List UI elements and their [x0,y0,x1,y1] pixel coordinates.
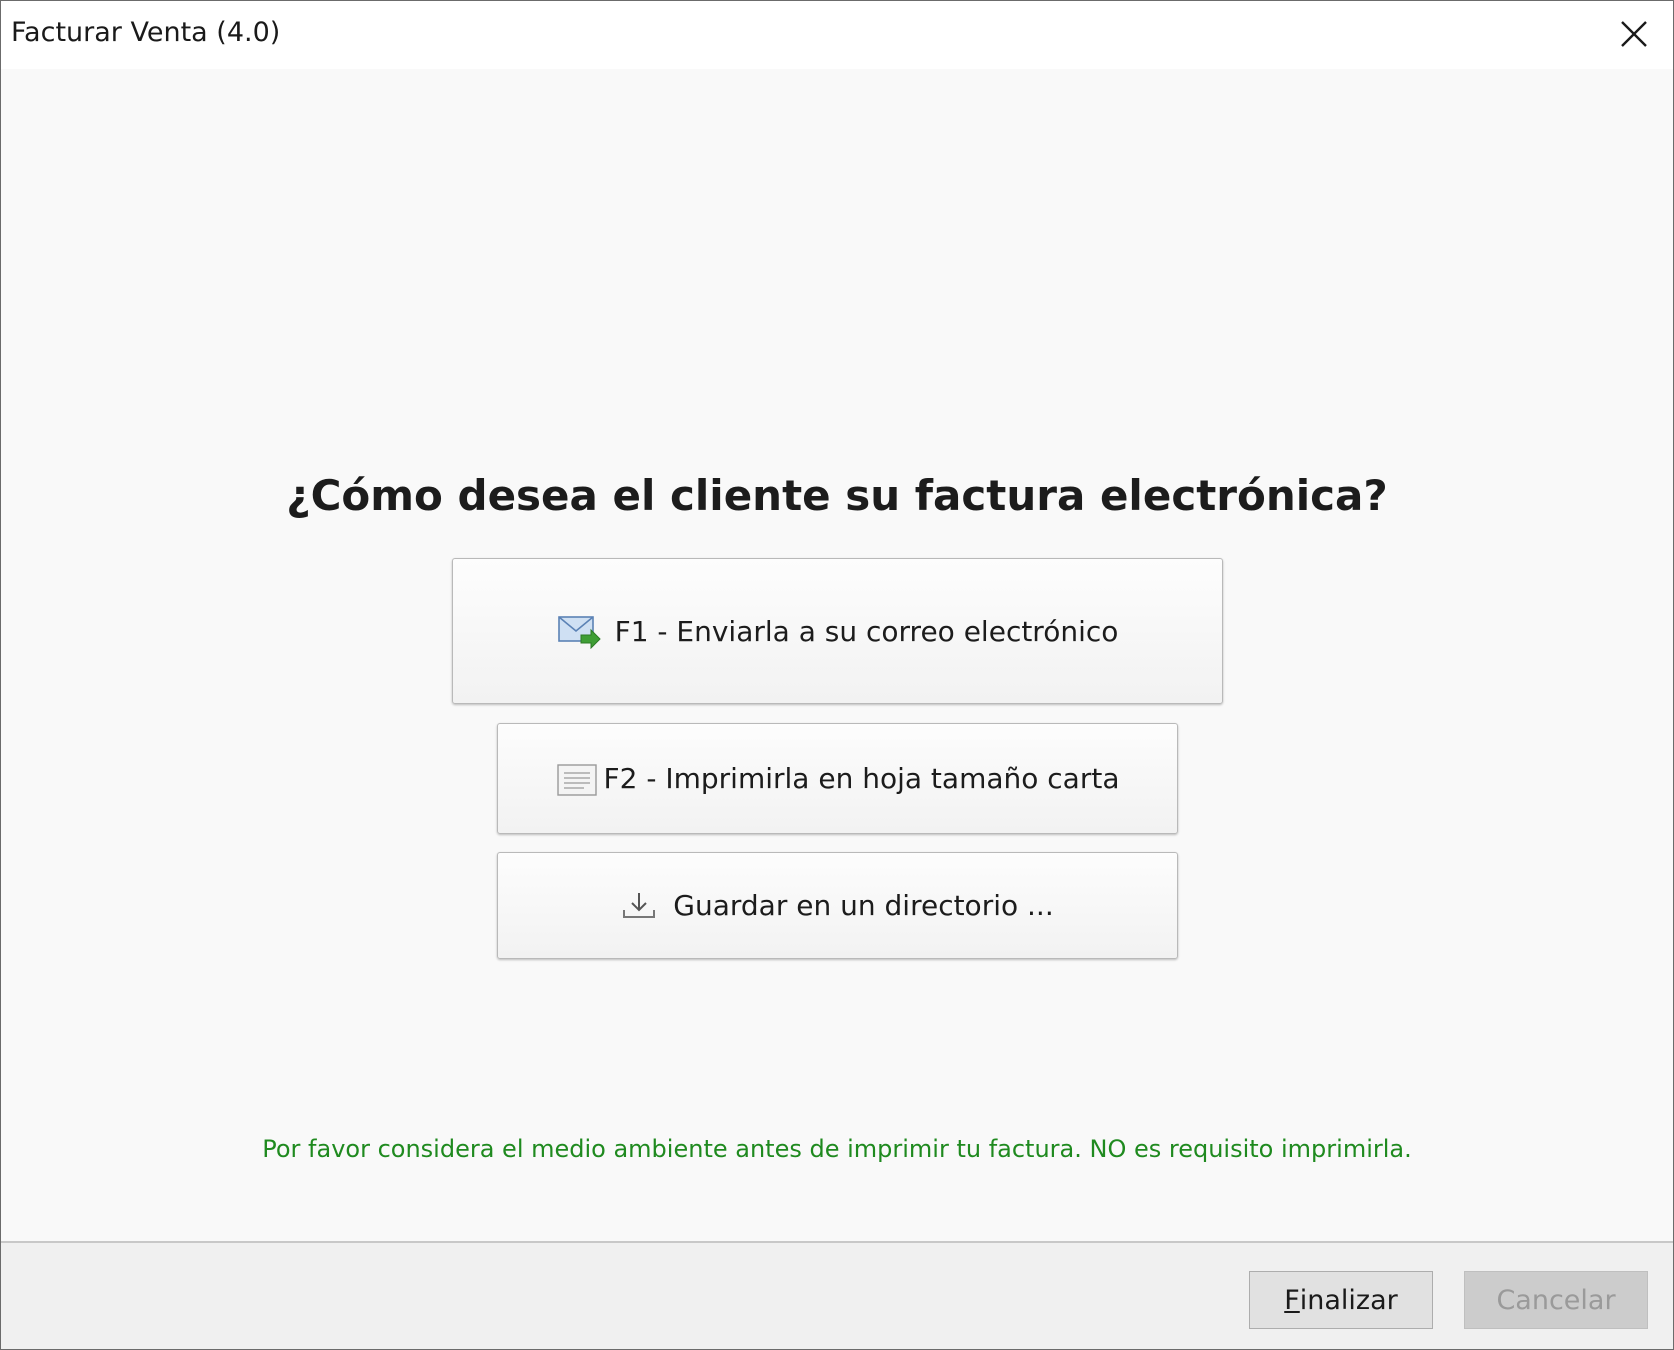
finalizar-mnemonic: F [1284,1284,1300,1316]
dialog-footer: Finalizar Cancelar [1,1241,1673,1349]
dialog-window: Facturar Venta (4.0) ¿Cómo desea el clie… [0,0,1674,1350]
eco-note: Por favor considera el medio ambiente an… [262,1135,1412,1163]
send-email-label: F1 - Enviarla a su correo electrónico [614,614,1119,648]
email-send-icon [557,613,601,649]
title-bar: Facturar Venta (4.0) [1,1,1673,69]
send-email-button[interactable]: F1 - Enviarla a su correo electrónico [452,558,1223,704]
document-icon [556,761,598,797]
page-title: ¿Cómo desea el cliente su factura electr… [286,471,1388,520]
cancel-label: Cancelar [1496,1284,1616,1316]
cancel-button: Cancelar [1464,1271,1648,1329]
print-letter-label: F2 - Imprimirla en hoja tamaño carta [603,762,1120,795]
finalizar-label: inalizar [1299,1284,1398,1316]
close-icon [1621,21,1647,47]
download-icon [621,890,657,922]
dialog-content: ¿Cómo desea el cliente su factura electr… [1,69,1673,1241]
finalizar-button[interactable]: Finalizar [1249,1271,1433,1329]
close-button[interactable] [1595,1,1673,67]
window-title: Facturar Venta (4.0) [11,17,281,48]
save-directory-label: Guardar en un directorio ... [673,889,1054,922]
save-directory-button[interactable]: Guardar en un directorio ... [497,852,1178,959]
print-letter-button[interactable]: F2 - Imprimirla en hoja tamaño carta [497,723,1178,834]
